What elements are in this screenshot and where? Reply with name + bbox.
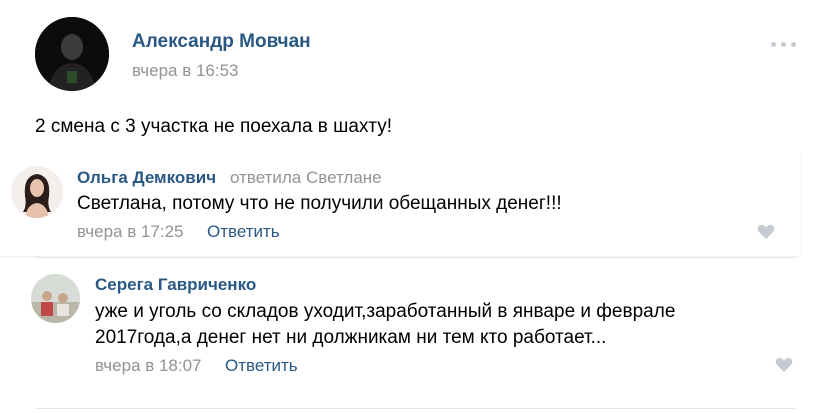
reply-button[interactable]: Ответить xyxy=(207,222,280,242)
reply-button[interactable]: Ответить xyxy=(225,356,298,376)
post-text: 2 смена с 3 участка не поехала в шахту! xyxy=(35,116,392,137)
post-time[interactable]: вчера в 16:53 xyxy=(132,61,239,81)
comment-author-avatar[interactable] xyxy=(31,274,80,323)
comment-time[interactable]: вчера в 17:25 xyxy=(77,222,184,242)
comment-text-line: 2017года,а денег нет ни должникам ни тем… xyxy=(95,327,607,348)
comment-divider xyxy=(35,257,795,258)
comment-time[interactable]: вчера в 18:07 xyxy=(95,356,202,376)
post-author-avatar[interactable] xyxy=(35,17,109,91)
post-author-name[interactable]: Александр Мовчан xyxy=(132,31,311,53)
comment-text: Светлана, потому что не получили обещанн… xyxy=(77,193,562,214)
heart-icon[interactable] xyxy=(775,357,795,375)
comment-divider xyxy=(35,408,795,409)
comment-author-name[interactable]: Серега Гавриченко xyxy=(95,275,256,295)
comment-text-line: уже и уголь со складов уходит,заработанн… xyxy=(95,301,676,322)
more-dots-icon[interactable] xyxy=(771,40,801,48)
comment-reply-to[interactable]: ответила Светлане xyxy=(230,168,382,188)
comment-author-name[interactable]: Ольга Демкович xyxy=(77,168,216,188)
heart-icon[interactable] xyxy=(757,224,777,242)
comment-author-avatar[interactable] xyxy=(11,166,63,218)
